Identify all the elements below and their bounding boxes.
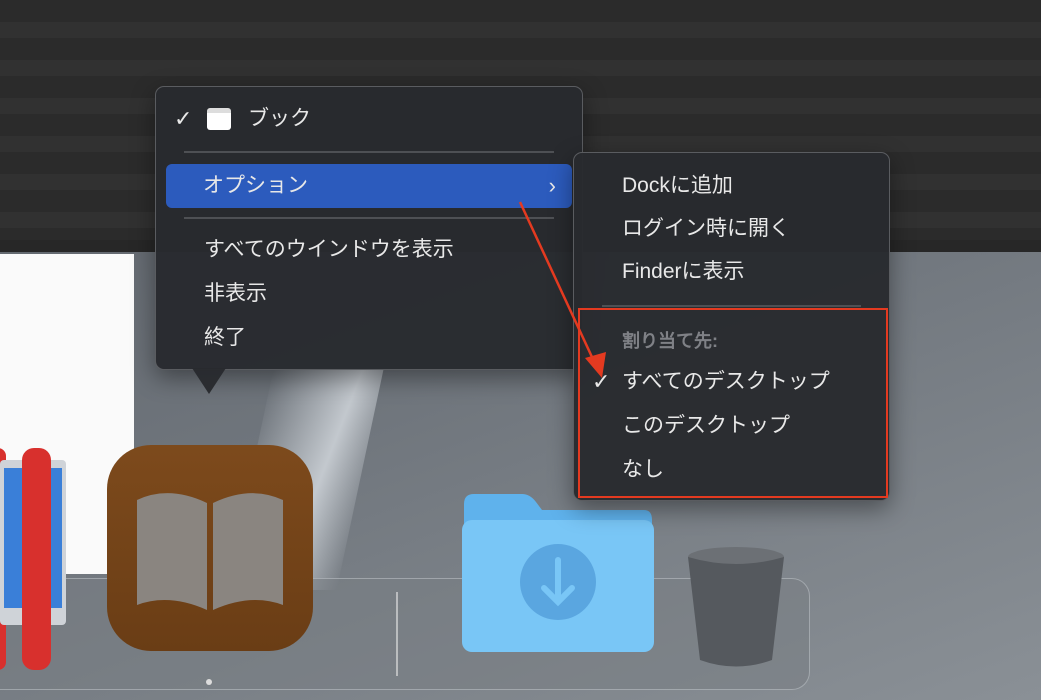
annotation-arrow [518,201,606,378]
